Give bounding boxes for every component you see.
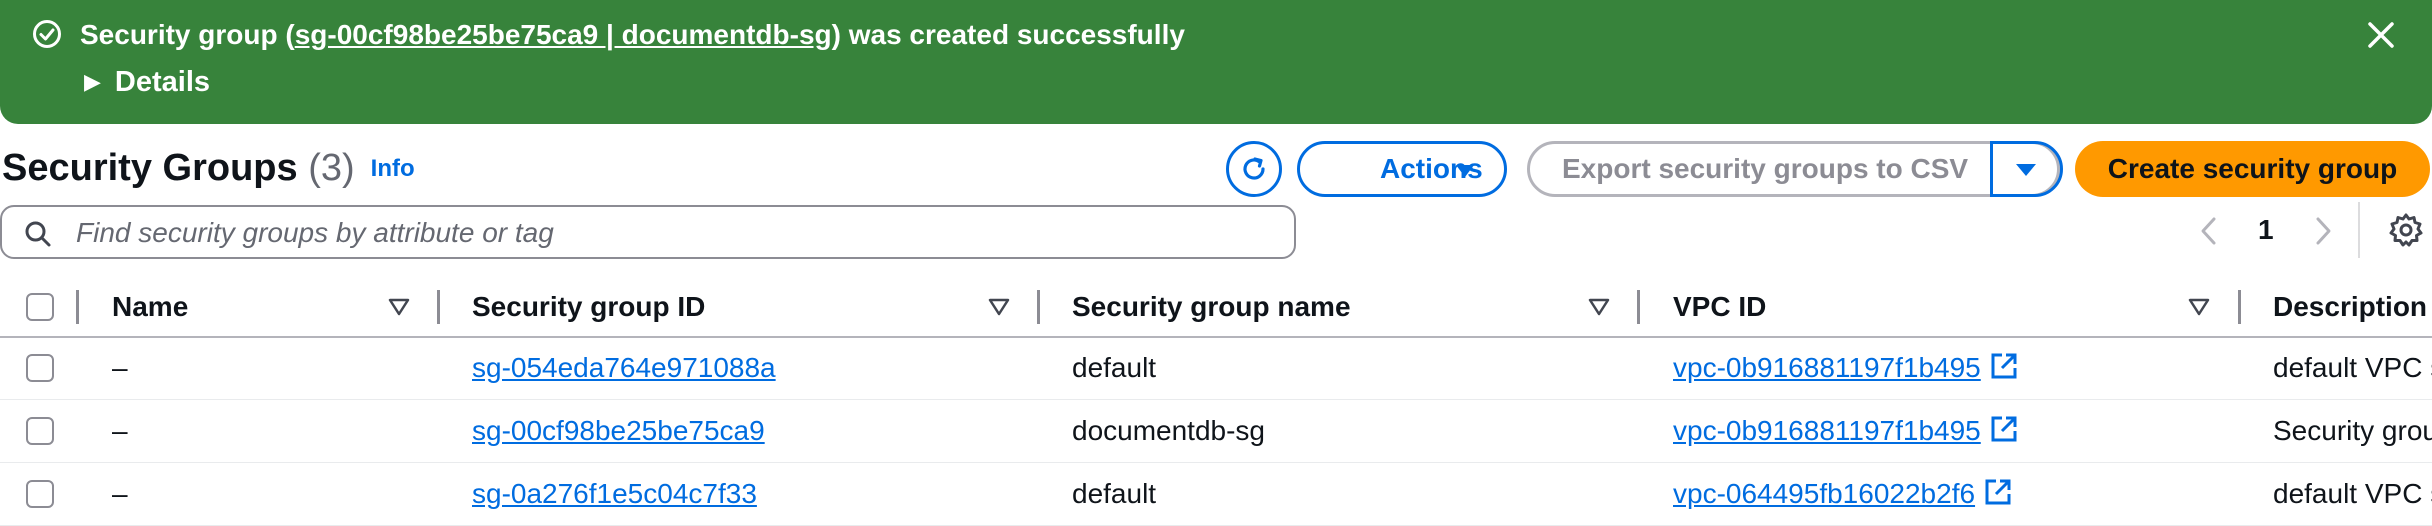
previous-page-icon[interactable]	[2198, 216, 2220, 246]
sort-icon[interactable]	[2188, 298, 2210, 316]
success-check-icon	[33, 20, 61, 48]
security-group-id-link[interactable]: sg-0a276f1e5c04c7f33	[472, 463, 757, 525]
row-checkbox[interactable]	[26, 480, 54, 508]
caret-down-icon	[1456, 165, 1474, 177]
vpc-id-cell: vpc-0b916881197f1b495	[1673, 400, 2019, 462]
security-group-name: default	[1072, 352, 1157, 383]
flash-message-suffix: ) was created successfully	[831, 19, 1185, 50]
column-divider	[437, 290, 440, 324]
column-divider	[1037, 290, 1040, 324]
security-group-name: documentdb-sg	[1072, 415, 1266, 446]
created-security-group-link[interactable]: sg-00cf98be25be75ca9 | documentdb-sg	[295, 19, 832, 50]
column-divider	[2238, 290, 2241, 324]
details-label: Details	[114, 66, 211, 98]
column-header-description[interactable]: Description	[2273, 278, 2427, 336]
row-name: –	[112, 478, 128, 509]
refresh-button[interactable]	[1226, 141, 1282, 197]
refresh-icon	[1243, 157, 1265, 180]
sort-icon[interactable]	[988, 298, 1010, 316]
vpc-id-link[interactable]: vpc-0b916881197f1b495	[1673, 415, 1981, 446]
export-csv-button[interactable]: Export security groups to CSV	[1562, 144, 1968, 194]
row-description: default VPC s	[2273, 352, 2432, 383]
caret-right-icon: ▶	[84, 69, 101, 94]
close-icon[interactable]	[2364, 18, 2398, 52]
external-link-icon	[1985, 479, 2011, 505]
search-input[interactable]	[74, 213, 1278, 253]
row-description: Security grou	[2273, 415, 2432, 446]
gear-icon[interactable]	[2388, 212, 2424, 248]
vpc-id-link[interactable]: vpc-064495fb16022b2f6	[1673, 478, 1975, 509]
column-header-security-group-id[interactable]: Security group ID	[472, 278, 705, 336]
table-row[interactable]: – sg-0a276f1e5c04c7f33 default vpc-06449…	[0, 463, 2432, 526]
vpc-id-link[interactable]: vpc-0b916881197f1b495	[1673, 352, 1981, 383]
current-page-number[interactable]: 1	[2258, 214, 2274, 246]
table-header: Name Security group ID Security group na…	[0, 278, 2432, 338]
table-row[interactable]: – sg-054eda764e971088a default vpc-0b916…	[0, 337, 2432, 400]
details-expander[interactable]: ▶ Details	[84, 64, 210, 100]
column-header-vpc-id[interactable]: VPC ID	[1673, 278, 1766, 336]
search-field	[0, 205, 1296, 259]
column-divider	[1637, 290, 1640, 324]
create-security-group-button[interactable]: Create security group	[2075, 141, 2430, 197]
sort-icon[interactable]	[388, 298, 410, 316]
row-name: –	[112, 415, 128, 446]
page-title: Security Groups (3) Info	[2, 145, 415, 192]
security-group-id-link[interactable]: sg-00cf98be25be75ca9	[472, 400, 765, 462]
export-options-dropdown[interactable]	[1990, 141, 2063, 197]
pagination-divider	[2358, 202, 2360, 258]
select-all-checkbox[interactable]	[26, 293, 54, 321]
security-group-id-link[interactable]: sg-054eda764e971088a	[472, 337, 776, 399]
page-title-text: Security Groups	[2, 147, 298, 189]
vpc-id-cell: vpc-0b916881197f1b495	[1673, 337, 2019, 399]
external-link-icon	[1991, 416, 2017, 442]
search-icon	[25, 221, 51, 247]
caret-down-icon	[2016, 164, 2036, 176]
row-name: –	[112, 352, 128, 383]
column-header-name[interactable]: Name	[112, 278, 188, 336]
external-link-icon	[1991, 353, 2017, 379]
vpc-id-cell: vpc-064495fb16022b2f6	[1673, 463, 2013, 525]
row-description: default VPC s	[2273, 478, 2432, 509]
actions-dropdown-button[interactable]: Actions	[1297, 141, 1507, 197]
row-checkbox[interactable]	[26, 417, 54, 445]
success-flash-banner: Security group (sg-00cf98be25be75ca9 | d…	[0, 0, 2432, 124]
flash-message: Security group (sg-00cf98be25be75ca9 | d…	[80, 18, 1185, 52]
column-divider	[76, 290, 79, 324]
sort-icon[interactable]	[1588, 298, 1610, 316]
table-row[interactable]: – sg-00cf98be25be75ca9 documentdb-sg vpc…	[0, 400, 2432, 463]
export-csv-button-group: Export security groups to CSV	[1527, 141, 2063, 197]
info-link[interactable]: Info	[371, 155, 415, 182]
row-checkbox[interactable]	[26, 354, 54, 382]
column-header-security-group-name[interactable]: Security group name	[1072, 278, 1351, 336]
flash-message-prefix: Security group (	[80, 19, 295, 50]
security-group-name: default	[1072, 478, 1157, 509]
next-page-icon[interactable]	[2312, 216, 2334, 246]
group-count: (3)	[308, 147, 355, 189]
